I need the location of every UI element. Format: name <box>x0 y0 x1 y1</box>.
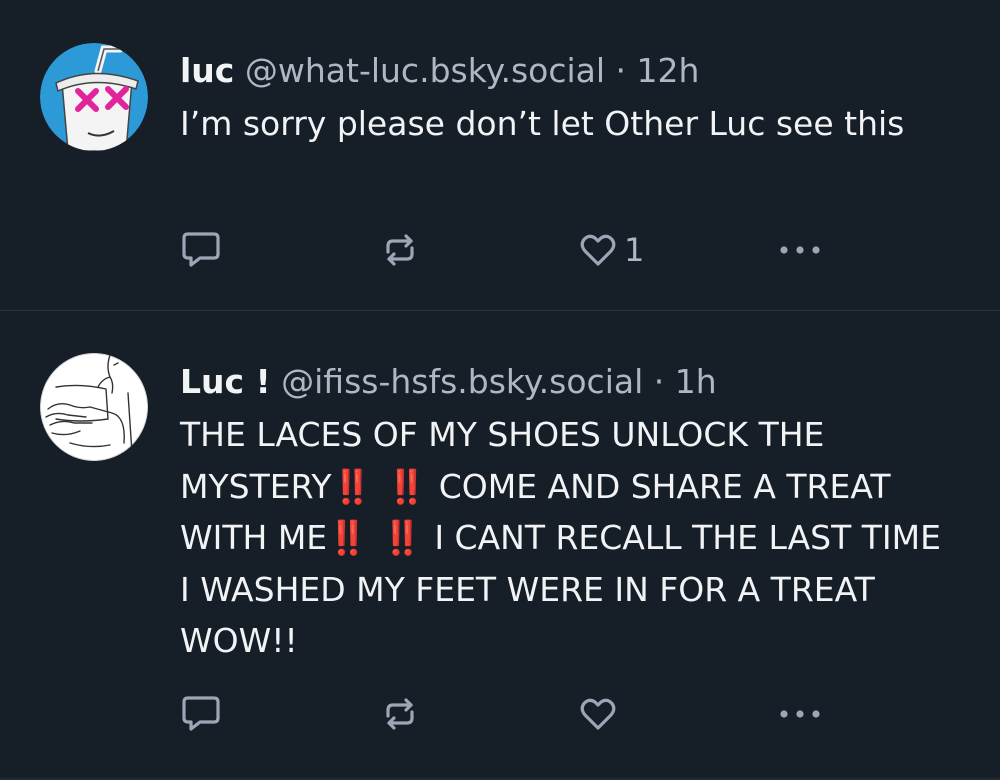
timestamp[interactable]: 12h <box>637 51 700 90</box>
repost-arrows-icon <box>380 230 420 270</box>
ellipsis-icon <box>776 230 824 270</box>
post-content: luc @what-luc.bsky.social · 12h I’m sorr… <box>180 50 960 150</box>
heart-icon <box>578 694 618 734</box>
handle[interactable]: @ifiss-hsfs.bsky.social <box>281 362 643 401</box>
display-name[interactable]: Luc ! <box>180 362 271 401</box>
avatar[interactable] <box>40 353 148 461</box>
post-item[interactable]: Luc ! @ifiss-hsfs.bsky.social · 1h THE L… <box>0 311 1000 780</box>
separator-dot: · <box>653 362 665 401</box>
ellipsis-icon <box>776 694 824 734</box>
avatar[interactable] <box>40 43 148 151</box>
feed: luc @what-luc.bsky.social · 12h I’m sorr… <box>0 0 1000 780</box>
handle[interactable]: @what-luc.bsky.social <box>245 51 605 90</box>
timestamp[interactable]: 1h <box>675 362 717 401</box>
speech-bubble-icon <box>180 230 222 270</box>
reply-button[interactable] <box>180 230 222 270</box>
double-exclamation-emoji: ‼️ ‼️ <box>331 466 429 506</box>
post-header: Luc ! @ifiss-hsfs.bsky.social · 1h <box>180 361 960 403</box>
post-header: luc @what-luc.bsky.social · 12h <box>180 50 960 92</box>
post-actions <box>0 694 1000 734</box>
post-actions: 1 <box>0 230 1000 270</box>
post-content: Luc ! @ifiss-hsfs.bsky.social · 1h THE L… <box>180 361 960 667</box>
reply-button[interactable] <box>180 694 222 734</box>
post-item[interactable]: luc @what-luc.bsky.social · 12h I’m sorr… <box>0 0 1000 310</box>
post-text: I’m sorry please don’t let Other Luc see… <box>180 104 905 143</box>
like-count: 1 <box>624 231 645 269</box>
separator-dot: · <box>615 51 627 90</box>
more-options-button[interactable] <box>776 694 824 734</box>
double-exclamation-emoji: ‼️ ‼️ <box>327 518 424 557</box>
speech-bubble-icon <box>180 694 222 734</box>
post-text: THE LACES OF MY SHOES UNLOCK THE MYSTERY… <box>180 409 960 667</box>
repost-arrows-icon <box>380 694 420 734</box>
repost-button[interactable] <box>380 230 420 270</box>
repost-button[interactable] <box>380 694 420 734</box>
display-name[interactable]: luc <box>180 51 234 90</box>
more-options-button[interactable] <box>776 230 824 270</box>
like-button[interactable]: 1 <box>578 230 644 270</box>
heart-icon <box>578 230 618 270</box>
like-button[interactable] <box>578 694 624 734</box>
